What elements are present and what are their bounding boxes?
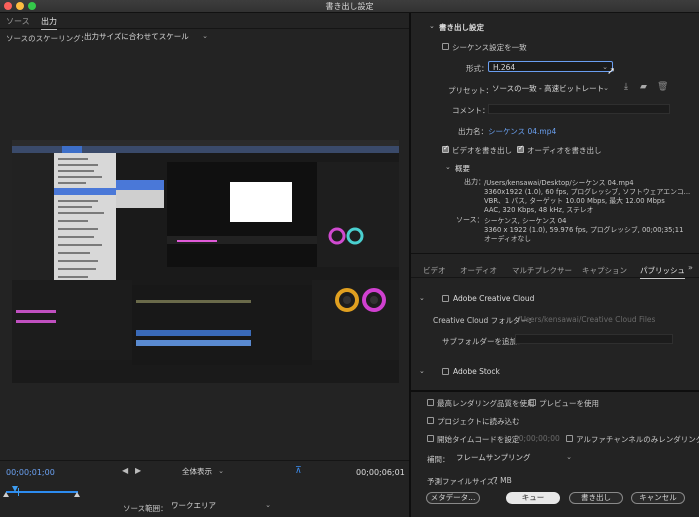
tab-source[interactable]: ソース: [6, 16, 30, 27]
use-previews-label: プレビューを使用: [539, 399, 599, 408]
max-render-quality-label: 最高レンダリング品質を使用: [437, 399, 535, 408]
tab-captions[interactable]: キャプション: [582, 265, 627, 276]
mark-in-icon[interactable]: ◀: [122, 466, 128, 475]
source-output-panel: ソース 出力 ソースのスケーリング： 出力サイズに合わせてスケール ⌄ 00;0…: [0, 13, 409, 517]
chevron-down-icon[interactable]: ⌄: [445, 163, 451, 171]
output-preview-image: [12, 140, 399, 383]
set-start-timecode-checkbox[interactable]: [427, 435, 434, 442]
export-settings-panel: ⌄ 書き出し設定 シーケンス設定を一致 形式： H.264 ⌄ ➚ プリセット：…: [411, 13, 699, 517]
source-range-label: ソース範囲：: [123, 504, 168, 513]
import-preset-icon[interactable]: ▰: [640, 82, 647, 92]
creative-cloud-label: Adobe Creative Cloud: [453, 294, 535, 303]
import-into-project-label: プロジェクトに読み込む: [437, 417, 520, 426]
zoom-value: 全体表示: [182, 467, 212, 476]
tab-audio[interactable]: オーディオ: [460, 265, 497, 276]
save-preset-icon[interactable]: ⤓: [624, 82, 628, 92]
title-bar: 書き出し設定: [0, 0, 699, 13]
chevron-down-icon[interactable]: ⌄: [429, 22, 435, 30]
preset-dropdown[interactable]: ソースの一致 - 高速ビットレート ⌄: [488, 83, 613, 94]
end-timecode: 00;00;06;01: [356, 468, 405, 477]
format-dropdown[interactable]: H.264 ⌄: [488, 61, 613, 72]
queue-button[interactable]: キュー: [506, 492, 560, 504]
preset-value: ソースの一致 - 高速ビットレート: [492, 84, 605, 93]
match-sequence-label: シーケンス設定を一致: [452, 43, 527, 52]
subfolder-label: サブフォルダーを追加：: [442, 337, 525, 346]
scaling-dropdown[interactable]: 出力サイズに合わせてスケール ⌄: [80, 31, 212, 42]
current-timecode[interactable]: 00;00;01;00: [6, 468, 55, 477]
cc-folder-path[interactable]: /Users/kensawai/Creative Cloud Files: [518, 315, 655, 324]
chevron-down-icon: ⌄: [218, 467, 224, 475]
set-start-timecode-label: 開始タイムコードを設定: [437, 435, 520, 444]
export-audio-checkbox[interactable]: [517, 144, 524, 153]
chevron-down-icon: ⌄: [603, 84, 609, 92]
tab-output[interactable]: 出力: [41, 16, 57, 30]
format-label: 形式：: [466, 64, 489, 73]
mouse-cursor-icon: ➚: [607, 66, 616, 77]
delete-preset-icon[interactable]: 🗑: [657, 82, 668, 92]
subfolder-input[interactable]: [515, 334, 673, 344]
interpolation-label: 補間：: [427, 455, 450, 464]
window-title: 書き出し設定: [325, 2, 374, 11]
export-settings-header: 書き出し設定: [439, 23, 484, 32]
preset-label: プリセット：: [448, 86, 493, 95]
alpha-only-checkbox[interactable]: [566, 435, 573, 442]
output-name-link[interactable]: シーケンス 04.mp4: [488, 126, 556, 137]
source-range-value: ワークエリア: [171, 501, 216, 510]
summary-header: 概要: [455, 164, 470, 173]
file-size-label: 予測ファイルサイズ：: [427, 477, 502, 486]
scaling-value: 出力サイズに合わせてスケール: [84, 32, 189, 41]
format-value: H.264: [493, 63, 516, 72]
tab-video[interactable]: ビデオ: [423, 265, 446, 276]
file-size-value: 7 MB: [493, 476, 512, 485]
source-range-dropdown[interactable]: ワークエリア ⌄: [167, 500, 275, 511]
chevron-down-icon: ⌄: [265, 501, 271, 509]
import-into-project-checkbox[interactable]: [427, 417, 434, 424]
comment-label: コメント：: [452, 106, 490, 115]
export-audio-label: オーディオを書き出し: [527, 146, 602, 155]
adobe-stock-label: Adobe Stock: [453, 367, 500, 376]
more-tabs-icon[interactable]: »: [688, 263, 693, 272]
summary-output-label: 出力：: [464, 178, 485, 186]
alpha-only-label: アルファチャンネルのみレンダリング: [576, 435, 699, 444]
adobe-stock-checkbox[interactable]: [442, 368, 449, 375]
chevron-down-icon[interactable]: ⌄: [419, 294, 425, 302]
match-sequence-checkbox[interactable]: [442, 43, 449, 50]
summary-source-line: オーディオなし: [484, 235, 532, 243]
preview-screenshot-graphic: [12, 140, 399, 383]
export-video-label: ビデオを書き出し: [452, 146, 512, 155]
export-video-checkbox[interactable]: [442, 144, 449, 153]
cancel-button[interactable]: キャンセル: [631, 492, 685, 504]
chevron-down-icon[interactable]: ⌄: [419, 367, 425, 375]
creative-cloud-checkbox[interactable]: [442, 295, 449, 302]
timeline-scrubber[interactable]: [3, 486, 80, 497]
interpolation-value: フレームサンプリング: [456, 453, 531, 462]
max-render-quality-checkbox[interactable]: [427, 399, 434, 406]
output-name-label: 出力名：: [458, 127, 488, 136]
interpolation-dropdown[interactable]: フレームサンプリング ⌄: [452, 452, 576, 463]
chevron-down-icon: ⌄: [202, 32, 208, 40]
mark-out-icon[interactable]: ▶: [135, 466, 141, 475]
comment-input[interactable]: [488, 104, 670, 114]
metadata-button[interactable]: メタデータ...: [426, 492, 480, 504]
tab-publish[interactable]: パブリッシュ: [640, 265, 685, 279]
tab-multiplexer[interactable]: マルチプレクサー: [512, 265, 572, 276]
export-button[interactable]: 書き出し: [569, 492, 623, 504]
start-timecode-value[interactable]: 00;00;00;00: [514, 434, 560, 443]
chevron-down-icon: ⌄: [566, 453, 572, 461]
zoom-dropdown[interactable]: 全体表示 ⌄: [178, 466, 228, 477]
summary-source-label: ソース：: [456, 216, 484, 224]
snap-icon[interactable]: ⊼: [295, 466, 302, 476]
use-previews-checkbox[interactable]: [529, 399, 536, 406]
scaling-label: ソースのスケーリング：: [6, 34, 89, 43]
summary-output-line: AAC, 320 Kbps, 48 kHz, ステレオ: [484, 206, 594, 214]
